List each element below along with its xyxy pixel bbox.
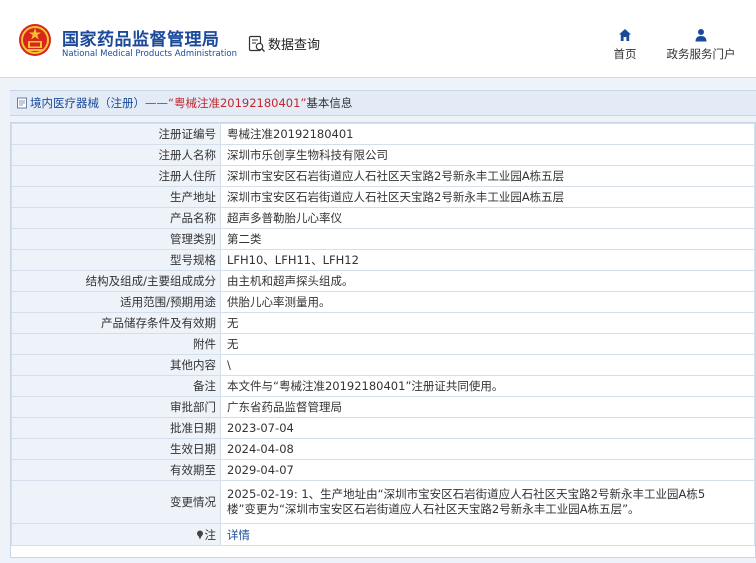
brand-title: 国家药品监督管理局 — [62, 30, 220, 50]
table-row-change: 变更情况 2025-02-19: 1、生产地址由“深圳市宝安区石岩街道应人石社区… — [11, 480, 755, 524]
user-icon — [695, 29, 707, 42]
field-label: 注册人住所 — [11, 165, 221, 187]
field-value: 深圳市宝安区石岩街道应人石社区天宝路2号新永丰工业园A栋五层 — [220, 186, 755, 208]
nav-home-label: 首页 — [613, 47, 637, 61]
change-line-1: 2025-02-19: 1、生产地址由“深圳市宝安区石岩街道应人石社区天宝路2号… — [227, 487, 706, 501]
field-value: 无 — [220, 333, 755, 355]
field-value: 本文件与“粤械注准20192180401”注册证共同使用。 — [220, 375, 755, 397]
table-row: 产品储存条件及有效期无 — [11, 312, 755, 334]
table-row: 批准日期 2023-07-04 — [11, 417, 755, 439]
nav-home[interactable]: 首页 — [609, 28, 641, 62]
data-query-heading: 数据查询 — [248, 34, 320, 53]
change-value: 2025-02-19: 1、生产地址由“深圳市宝安区石岩街道应人石社区天宝路2号… — [220, 480, 755, 524]
breadcrumb-separator: —— — [145, 96, 168, 110]
table-row-note: 注 详情 — [11, 523, 755, 546]
table-row: 管理类别 第二类 — [11, 228, 755, 250]
field-value: 无 — [220, 312, 755, 334]
field-value: 2029-04-07 — [220, 459, 755, 481]
table-row: 生效日期 2024-04-08 — [11, 438, 755, 460]
field-label: 审批部门 — [11, 396, 221, 418]
field-value: 2023-07-04 — [220, 417, 755, 439]
table-row: 注册人住所 深圳市宝安区石岩街道应人石社区天宝路2号新永丰工业园A栋五层 — [11, 165, 755, 187]
note-label-cell: 注 — [11, 523, 221, 546]
nav-gov-services[interactable]: 政务服务门户 — [661, 28, 741, 62]
table-row: 产品名称 超声多普勒胎儿心率仪 — [11, 207, 755, 229]
field-label: 型号规格 — [11, 249, 221, 271]
table-row: 有效期至 2029-04-07 — [11, 459, 755, 481]
field-label: 适用范围/预期用途 — [11, 291, 221, 313]
national-emblem-icon — [19, 24, 51, 56]
breadcrumb-category[interactable]: 境内医疗器械（注册） — [30, 95, 145, 111]
field-value: 深圳市乐创享生物科技有限公司 — [220, 144, 755, 166]
table-row: 适用范围/预期用途 供胎儿心率测量用。 — [11, 291, 755, 313]
change-line-2: 楼”变更为“深圳市宝安区石岩街道应人石社区天宝路2号新永丰工业园A栋五层”。 — [227, 502, 640, 516]
field-label: 生效日期 — [11, 438, 221, 460]
field-label: 备注 — [11, 375, 221, 397]
breadcrumb: 境内医疗器械（注册） —— “粤械注准20192180401” 基本信息 — [10, 90, 756, 116]
table-row: 审批部门 广东省药品监督管理局 — [11, 396, 755, 418]
field-label: 产品名称 — [11, 207, 221, 229]
field-label: 产品储存条件及有效期 — [11, 312, 221, 334]
field-value: 深圳市宝安区石岩街道应人石社区天宝路2号新永丰工业园A栋五层 — [220, 165, 755, 187]
table-row: 型号规格 LFH10、LFH11、LFH12 — [11, 249, 755, 271]
note-value: 详情 — [220, 523, 755, 546]
pin-icon — [196, 530, 203, 539]
breadcrumb-record-title: “粤械注准20192180401” — [168, 96, 307, 110]
change-label: 变更情况 — [11, 480, 221, 524]
table-row: 其他内容 \ — [11, 354, 755, 376]
field-label: 注册人名称 — [11, 144, 221, 166]
field-label: 结构及组成/主要组成成分 — [11, 270, 221, 292]
field-label: 附件 — [11, 333, 221, 355]
table-row: 生产地址 深圳市宝安区石岩街道应人石社区天宝路2号新永丰工业园A栋五层 — [11, 186, 755, 208]
site-header: 国家药品监督管理局 National Medical Products Admi… — [0, 0, 756, 78]
table-row: 备注 本文件与“粤械注准20192180401”注册证共同使用。 — [11, 375, 755, 397]
field-label: 批准日期 — [11, 417, 221, 439]
field-value: 由主机和超声探头组成。 — [220, 270, 755, 292]
note-label: 注 — [204, 527, 217, 542]
field-label: 管理类别 — [11, 228, 221, 250]
breadcrumb-suffix: 基本信息 — [306, 96, 353, 110]
field-value: \ — [220, 354, 755, 376]
table-row: 结构及组成/主要组成成分 由主机和超声探头组成。 — [11, 270, 755, 292]
document-icon — [17, 97, 27, 109]
field-value: 2024-04-08 — [220, 438, 755, 460]
detail-table-container: 注册证编号 粤械注准20192180401 注册人名称 深圳市乐创享生物科技有限公司… — [10, 122, 756, 558]
field-label: 注册证编号 — [11, 123, 221, 145]
field-value: 第二类 — [220, 228, 755, 250]
table-row: 注册证编号 粤械注准20192180401 — [11, 123, 755, 145]
nav-gov-services-label: 政务服务门户 — [666, 47, 736, 61]
details-link[interactable]: 详情 — [227, 528, 250, 542]
field-value: 广东省药品监督管理局 — [220, 396, 755, 418]
brand-subtitle: National Medical Products Administration — [62, 49, 237, 59]
field-value: 粤械注准20192180401 — [220, 123, 755, 145]
field-label: 其他内容 — [11, 354, 221, 376]
field-label: 有效期至 — [11, 459, 221, 481]
field-value: LFH10、LFH11、LFH12 — [220, 249, 755, 271]
data-query-label: 数据查询 — [268, 38, 321, 53]
field-label: 生产地址 — [11, 186, 221, 208]
table-row: 注册人名称 深圳市乐创享生物科技有限公司 — [11, 144, 755, 166]
search-document-icon — [248, 35, 265, 52]
table-row: 附件无 — [11, 333, 755, 355]
detail-table: 注册证编号 粤械注准20192180401 注册人名称 深圳市乐创享生物科技有限公司… — [11, 123, 755, 546]
field-value: 供胎儿心率测量用。 — [220, 291, 755, 313]
home-icon — [619, 29, 631, 41]
field-value: 超声多普勒胎儿心率仪 — [220, 207, 755, 229]
